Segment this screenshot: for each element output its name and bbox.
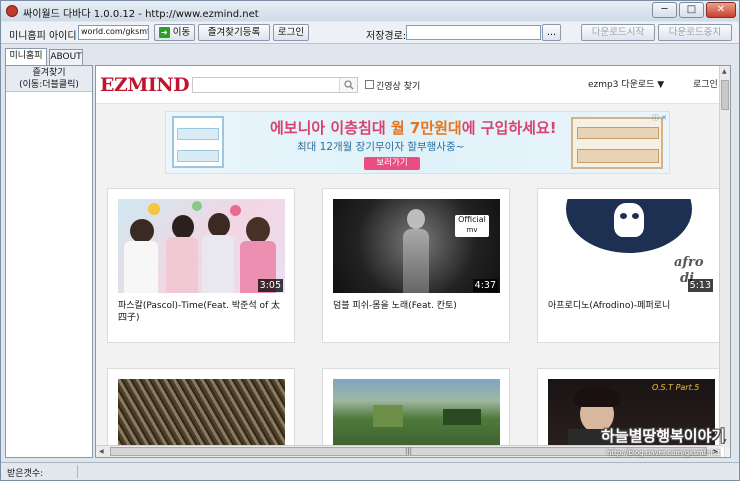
long-video-label: 긴영상 찾기 bbox=[376, 82, 421, 92]
banner-ad[interactable]: 에보니아 이층침대 월 7만원대에 구입하세요! 최대 12개월 장기무이자 할… bbox=[165, 111, 670, 174]
official-mv-badge: Official mv bbox=[455, 215, 489, 237]
favorites-hint: (이동:더블클릭) bbox=[19, 80, 79, 90]
minimize-button[interactable]: ─ bbox=[652, 2, 677, 18]
tab-strip: 미니홈피 ABOUT bbox=[1, 48, 201, 65]
favorites-panel: 즐겨찾기 (이동:더블클릭) bbox=[5, 65, 93, 458]
arrow-right-icon: ➜ bbox=[158, 27, 170, 38]
download-stop-button[interactable]: 다운로드중지 bbox=[658, 24, 732, 41]
vertical-scrollbar[interactable]: ▲ ▼ bbox=[719, 66, 730, 447]
go-button-label: 이동 bbox=[172, 27, 191, 38]
blog-watermark-url: http://blog.naver.com/gksmfals1 bbox=[607, 449, 721, 457]
video-card[interactable]: 3:05 파스칼(Pascol)-Time(Feat. 박준석 of 太四子) bbox=[107, 188, 295, 343]
video-duration: 3:05 bbox=[257, 279, 283, 292]
ezmind-logo[interactable]: EZMIND bbox=[100, 74, 190, 96]
video-thumbnail[interactable]: Official mv 4:37 bbox=[333, 199, 500, 293]
status-divider bbox=[77, 465, 78, 478]
tab-about[interactable]: ABOUT bbox=[49, 49, 83, 65]
web-view: EZMIND 긴영상 찾기 ezmp3 다운로드 ▼ 로그인 에보니아 이층침대… bbox=[95, 65, 731, 458]
favorites-header: 즐겨찾기 (이동:더블클릭) bbox=[6, 66, 92, 92]
site-login-link[interactable]: 로그인 bbox=[693, 77, 718, 90]
video-duration: 5:13 bbox=[687, 279, 713, 292]
video-thumbnail[interactable] bbox=[333, 379, 500, 451]
banner-cta-button[interactable]: 보러가기 bbox=[364, 157, 420, 170]
go-button[interactable]: ➜ 이동 bbox=[154, 24, 195, 41]
app-window: 싸이월드 다바다 1.0.0.12 - http://www.ezmind.ne… bbox=[0, 0, 740, 481]
title-bar: 싸이월드 다바다 1.0.0.12 - http://www.ezmind.ne… bbox=[1, 1, 739, 21]
browse-button[interactable]: ... bbox=[542, 24, 561, 41]
received-count-label: 받은갯수: bbox=[7, 469, 44, 479]
window-title: 싸이월드 다바다 1.0.0.12 - http://www.ezmind.ne… bbox=[23, 9, 259, 20]
site-header: EZMIND 긴영상 찾기 ezmp3 다운로드 ▼ 로그인 bbox=[96, 66, 721, 104]
long-video-checkbox[interactable] bbox=[365, 80, 374, 89]
login-button[interactable]: 로그인 bbox=[273, 24, 309, 41]
favorites-title: 즐겨찾기 bbox=[32, 68, 66, 78]
download-start-button[interactable]: 다운로드시작 bbox=[581, 24, 655, 41]
minihompy-id-input[interactable]: world.com/gksmfals1 bbox=[78, 25, 149, 40]
banner-subline: 최대 12개월 장기무이자 할부행사중~ bbox=[297, 141, 465, 153]
video-thumbnail[interactable]: 3:05 bbox=[118, 199, 285, 293]
app-icon bbox=[6, 5, 18, 17]
status-bar: 받은갯수: bbox=[1, 462, 739, 480]
save-path-input[interactable] bbox=[406, 25, 541, 40]
ad-close-icon[interactable]: ⓘ ✕ bbox=[652, 113, 667, 123]
close-button[interactable]: ✕ bbox=[706, 2, 736, 18]
bunk-bed-image-left bbox=[172, 116, 224, 168]
scroll-left-icon[interactable]: ◀ bbox=[99, 448, 104, 455]
video-duration: 4:37 bbox=[472, 279, 498, 292]
id-label: 미니홈피 아이디 bbox=[9, 31, 77, 42]
video-card[interactable]: afro di 5:13 아프로디노(Afrodino)-페퍼로니 bbox=[537, 188, 725, 343]
bunk-bed-image-right bbox=[571, 117, 663, 169]
search-button[interactable] bbox=[339, 78, 357, 92]
ezmp3-download-link[interactable]: ezmp3 다운로드 ▼ bbox=[588, 77, 664, 90]
video-card[interactable]: Official mv 4:37 덤블 피쉬-몸을 노래(Feat. 칸토) bbox=[322, 188, 510, 343]
video-title[interactable]: 아프로디노(Afrodino)-페퍼로니 bbox=[548, 300, 718, 312]
vertical-scroll-thumb[interactable] bbox=[721, 80, 729, 110]
video-thumbnail[interactable] bbox=[118, 379, 285, 451]
add-favorite-button[interactable]: 즐겨찾기등록 bbox=[198, 24, 270, 41]
search-icon bbox=[344, 80, 354, 90]
blog-watermark: 하늘별땅행복이야기 bbox=[601, 427, 726, 445]
scroll-up-icon[interactable]: ▲ bbox=[722, 68, 727, 75]
save-path-label: 저장경로: bbox=[366, 31, 407, 42]
site-search-input[interactable] bbox=[192, 77, 358, 93]
tab-minihompy[interactable]: 미니홈피 bbox=[5, 48, 47, 65]
video-thumbnail[interactable]: afro di 5:13 bbox=[548, 199, 715, 293]
banner-headline: 에보니아 이층침대 월 7만원대에 구입하세요! bbox=[270, 119, 557, 137]
maximize-button[interactable]: □ bbox=[679, 2, 704, 18]
video-title[interactable]: 파스칼(Pascol)-Time(Feat. 박준석 of 太四子) bbox=[118, 300, 288, 324]
toolbar: 미니홈피 아이디 world.com/gksmfals1 ➜이동 즐겨찾기등록 … bbox=[1, 22, 739, 44]
video-title[interactable]: 덤블 피쉬-몸을 노래(Feat. 칸토) bbox=[333, 300, 503, 312]
